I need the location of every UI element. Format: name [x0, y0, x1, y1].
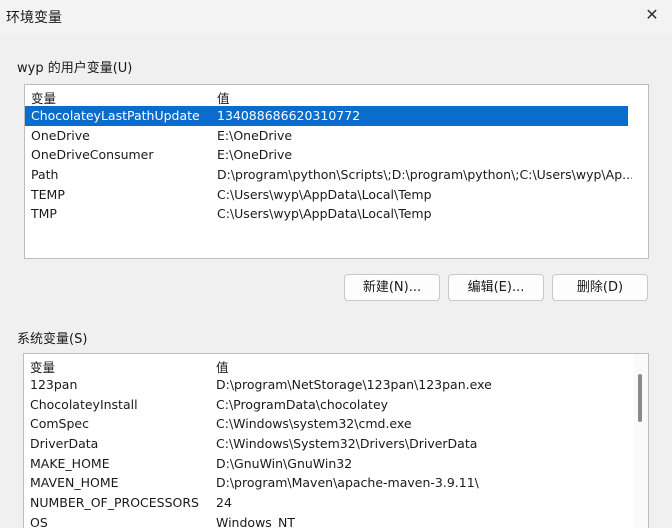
- variable-value: C:\ProgramData\chocolatey: [216, 396, 389, 412]
- title-bar: 环境变量 ✕: [0, 0, 672, 34]
- variable-value: D:\program\python\Scripts\;D:\program\py…: [217, 167, 632, 183]
- environment-variables-dialog: 环境变量 ✕ wyp 的用户变量(U) 变量 值 ChocolateyLastP…: [0, 0, 672, 528]
- variable-name: ComSpec: [30, 416, 89, 432]
- variable-value: 24: [216, 495, 232, 511]
- table-row[interactable]: OS Windows_NT: [24, 513, 648, 528]
- vertical-scrollbar[interactable]: [634, 354, 648, 528]
- variable-value: C:\Windows\system32\cmd.exe: [216, 416, 412, 432]
- variable-name: NUMBER_OF_PROCESSORS: [30, 495, 199, 511]
- table-row[interactable]: MAVEN_HOME D:\program\Maven\apache-maven-…: [24, 473, 648, 493]
- table-row[interactable]: TEMP C:\Users\wyp\AppData\Local\Temp: [25, 185, 648, 205]
- table-row[interactable]: OneDrive E:\OneDrive: [25, 126, 648, 146]
- user-variables-rows: ChocolateyLastPathUpdate 1340886866203107…: [25, 106, 648, 224]
- table-row[interactable]: 123pan D:\program\NetStorage\123pan\123pa…: [24, 375, 648, 395]
- variable-value: Windows_NT: [216, 514, 296, 528]
- user-variables-list[interactable]: 变量 值 ChocolateyLastPathUpdate 13408868662…: [24, 84, 649, 259]
- column-header-value[interactable]: 值: [217, 88, 230, 107]
- variable-value: D:\GnuWin\GnuWin32: [216, 455, 353, 471]
- new-button[interactable]: 新建(N)...: [344, 274, 440, 301]
- table-row[interactable]: ComSpec C:\Windows\system32\cmd.exe: [24, 414, 648, 434]
- table-row[interactable]: ChocolateyInstall C:\ProgramData\chocolat…: [24, 395, 648, 415]
- table-row[interactable]: OneDriveConsumer E:\OneDrive: [25, 145, 648, 165]
- list-header: 变量 值: [24, 354, 648, 375]
- table-row[interactable]: TMP C:\Users\wyp\AppData\Local\Temp: [25, 204, 648, 224]
- variable-value: C:\Users\wyp\AppData\Local\Temp: [217, 206, 432, 222]
- variable-name: ChocolateyLastPathUpdate: [31, 108, 200, 123]
- variable-name: Path: [31, 167, 59, 183]
- column-header-name[interactable]: 变量: [31, 88, 56, 107]
- variable-name: MAKE_HOME: [30, 455, 110, 471]
- delete-button[interactable]: 删除(D): [552, 274, 648, 301]
- variable-name: MAVEN_HOME: [30, 475, 119, 491]
- column-header-value[interactable]: 值: [216, 357, 229, 376]
- system-variables-rows: 123pan D:\program\NetStorage\123pan\123pa…: [24, 375, 648, 528]
- variable-name: ChocolateyInstall: [30, 396, 138, 412]
- system-variables-list[interactable]: 变量 值 123pan D:\program\NetStorage\123pan\…: [23, 353, 649, 528]
- variable-value: C:\Windows\System32\Drivers\DriverData: [216, 436, 478, 452]
- column-header-name[interactable]: 变量: [30, 357, 55, 376]
- table-row[interactable]: DriverData C:\Windows\System32\Drivers\Dr…: [24, 434, 648, 454]
- variable-value: D:\program\Maven\apache-maven-3.9.11\: [216, 475, 479, 491]
- edit-button[interactable]: 编辑(E)...: [448, 274, 544, 301]
- close-icon[interactable]: ✕: [638, 4, 666, 28]
- variable-name: 123pan: [30, 377, 78, 392]
- variable-name: OneDriveConsumer: [31, 147, 154, 163]
- table-row[interactable]: MAKE_HOME D:\GnuWin\GnuWin32: [24, 454, 648, 474]
- variable-value: E:\OneDrive: [217, 127, 293, 143]
- variable-name: TMP: [31, 206, 57, 222]
- window-title: 环境变量: [6, 10, 62, 26]
- variable-value: D:\program\NetStorage\123pan\123pan.exe: [216, 377, 492, 392]
- table-row[interactable]: ChocolateyLastPathUpdate 1340886866203107…: [25, 106, 628, 126]
- table-row[interactable]: NUMBER_OF_PROCESSORS 24: [24, 493, 648, 513]
- variable-name: DriverData: [30, 436, 99, 452]
- variable-name: OS: [30, 514, 48, 528]
- variable-name: OneDrive: [31, 127, 90, 143]
- system-variables-label: 系统变量(S): [17, 332, 88, 347]
- user-variables-label: wyp 的用户变量(U): [17, 61, 133, 76]
- variable-value: 134088686620310772: [217, 108, 361, 123]
- variable-value: E:\OneDrive: [217, 147, 293, 163]
- variable-value: C:\Users\wyp\AppData\Local\Temp: [217, 186, 432, 202]
- list-header: 变量 值: [25, 85, 648, 106]
- table-row[interactable]: Path D:\program\python\Scripts\;D:\progra…: [25, 165, 648, 185]
- variable-name: TEMP: [31, 186, 65, 202]
- scrollbar-thumb[interactable]: [638, 374, 642, 422]
